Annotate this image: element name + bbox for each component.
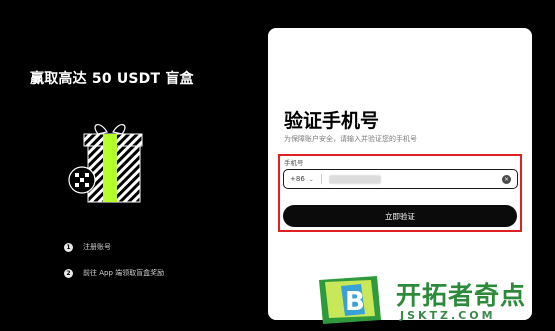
promo-title: 赢取高达 50 USDT 盲盒 [30, 71, 194, 87]
page-title: 验证手机号 [284, 110, 380, 132]
verify-button[interactable]: 立即验证 [283, 205, 517, 227]
step-item: 2 前往 App 端领取盲盒奖励 [64, 267, 164, 279]
step-list: 1 注册账号 2 前往 App 端领取盲盒奖励 [64, 241, 164, 293]
step-number: 2 [64, 268, 73, 278]
clear-icon[interactable]: × [502, 174, 511, 184]
watermark-logo-letter: B [345, 287, 365, 317]
gift-box-illustration [68, 124, 143, 203]
phone-number-blurred[interactable] [328, 174, 381, 184]
phone-field[interactable]: +86 ⌄ × [283, 169, 518, 189]
step-label: 前往 App 端领取盲盒奖励 [83, 269, 165, 277]
country-code-select[interactable]: +86 [290, 175, 305, 183]
step-item: 1 注册账号 [64, 241, 164, 253]
page-subtitle: 为保障账户安全，请输入并验证您的手机号 [284, 135, 417, 143]
divider [320, 174, 322, 184]
step-number: 1 [64, 242, 73, 252]
chevron-down-icon[interactable]: ⌄ [309, 176, 314, 183]
watermark-logo: B [319, 276, 381, 324]
watermark-url: JSKTZ.COM [400, 309, 496, 322]
watermark-text: 开拓者奇点 [396, 281, 527, 310]
phone-field-label: 手机号 [284, 159, 304, 167]
step-label: 注册账号 [83, 243, 111, 251]
